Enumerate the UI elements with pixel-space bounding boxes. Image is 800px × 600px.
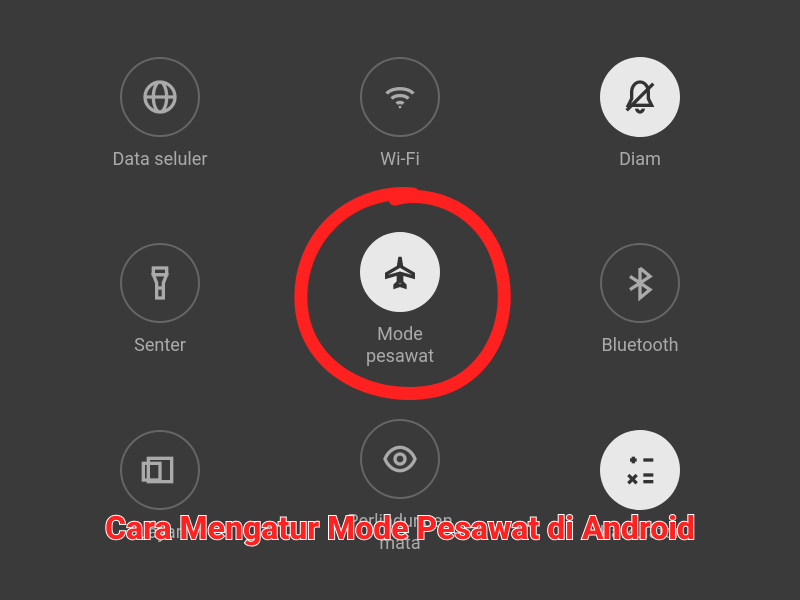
tile-bluetooth[interactable]: Bluetooth <box>520 207 760 394</box>
eye-protection-icon <box>360 419 440 499</box>
tile-diam[interactable]: Diam <box>520 20 760 207</box>
tile-layar[interactable]: Layar <box>40 393 280 580</box>
tile-kalkulator[interactable]: Kalkulator <box>520 393 760 580</box>
tile-mode-pesawat[interactable]: Mode pesawat <box>280 207 520 394</box>
wifi-icon <box>360 57 440 137</box>
flashlight-icon <box>120 243 200 323</box>
bluetooth-icon <box>600 243 680 323</box>
tile-perlindungan-mata[interactable]: Perlindungan mata <box>280 393 520 580</box>
tile-label: Bluetooth <box>601 335 678 357</box>
tile-senter[interactable]: Senter <box>40 207 280 394</box>
tile-label: Diam <box>619 149 661 171</box>
tile-data-seluler[interactable]: Data seluler <box>40 20 280 207</box>
tile-label: Mode pesawat <box>366 324 434 367</box>
tile-label: Senter <box>134 335 186 357</box>
tile-label: Data seluler <box>113 149 208 171</box>
tile-wifi[interactable]: Wi-Fi <box>280 20 520 207</box>
airplane-icon <box>360 232 440 312</box>
calculator-icon <box>600 430 680 510</box>
tile-label: Wi-Fi <box>380 149 420 171</box>
data-seluler-icon <box>120 57 200 137</box>
screen-cast-icon <box>120 430 200 510</box>
mute-bell-icon <box>600 57 680 137</box>
overlay-title: Cara Mengatur Mode Pesawat di Android <box>40 508 760 550</box>
